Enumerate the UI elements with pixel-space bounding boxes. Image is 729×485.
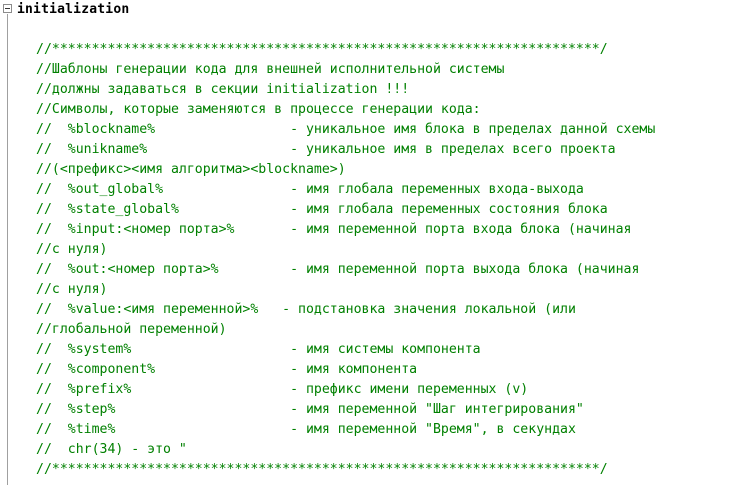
code-editor[interactable]: initialization //***********************… — [0, 0, 729, 485]
collapse-toggle-icon[interactable] — [3, 4, 12, 13]
code-line: //Символы, которые заменяются в процессе… — [36, 102, 481, 117]
code-line: // chr(34) - это " — [36, 442, 187, 457]
code-line: //(<префикс><имя алгоритма><blockname>) — [36, 162, 346, 177]
code-line: // %step% - имя переменной "Шаг интегрир… — [36, 402, 584, 417]
code-line: // %input:<номер порта>% - имя переменно… — [36, 222, 632, 237]
code-line: // %system% - имя системы компонента — [36, 342, 481, 357]
code-line: //с нуля) — [36, 282, 108, 297]
code-line: //**************************************… — [36, 462, 608, 477]
code-line: // %state_global% - имя глобала переменн… — [36, 202, 608, 217]
code-line: // %component% - имя компонента — [36, 362, 418, 377]
code-line: // %value:<имя переменной>% - подстановк… — [36, 302, 576, 317]
code-line: // %unikname% - уникальное имя в предела… — [36, 142, 616, 157]
code-line: //глобальной переменной) — [36, 322, 227, 337]
section-title: initialization — [17, 2, 130, 17]
section-header: initialization — [0, 0, 729, 20]
fold-guide-line — [7, 14, 8, 485]
code-block[interactable]: //**************************************… — [36, 40, 729, 480]
code-line: // %prefix% - префикс имени переменных (… — [36, 382, 529, 397]
code-line: // %out_global% - имя глобала переменных… — [36, 182, 584, 197]
code-line: // %out:<номер порта>% - имя переменной … — [36, 262, 640, 277]
code-line: //**************************************… — [36, 42, 608, 57]
code-line: // %blockname% - уникальное имя блока в … — [36, 122, 656, 137]
code-line: //Шаблоны генерации кода для внешней исп… — [36, 62, 505, 77]
code-line: // %time% - имя переменной "Время", в се… — [36, 422, 576, 437]
code-line: //с нуля) — [36, 242, 108, 257]
code-line: //должны задаваться в секции initializat… — [36, 82, 410, 97]
